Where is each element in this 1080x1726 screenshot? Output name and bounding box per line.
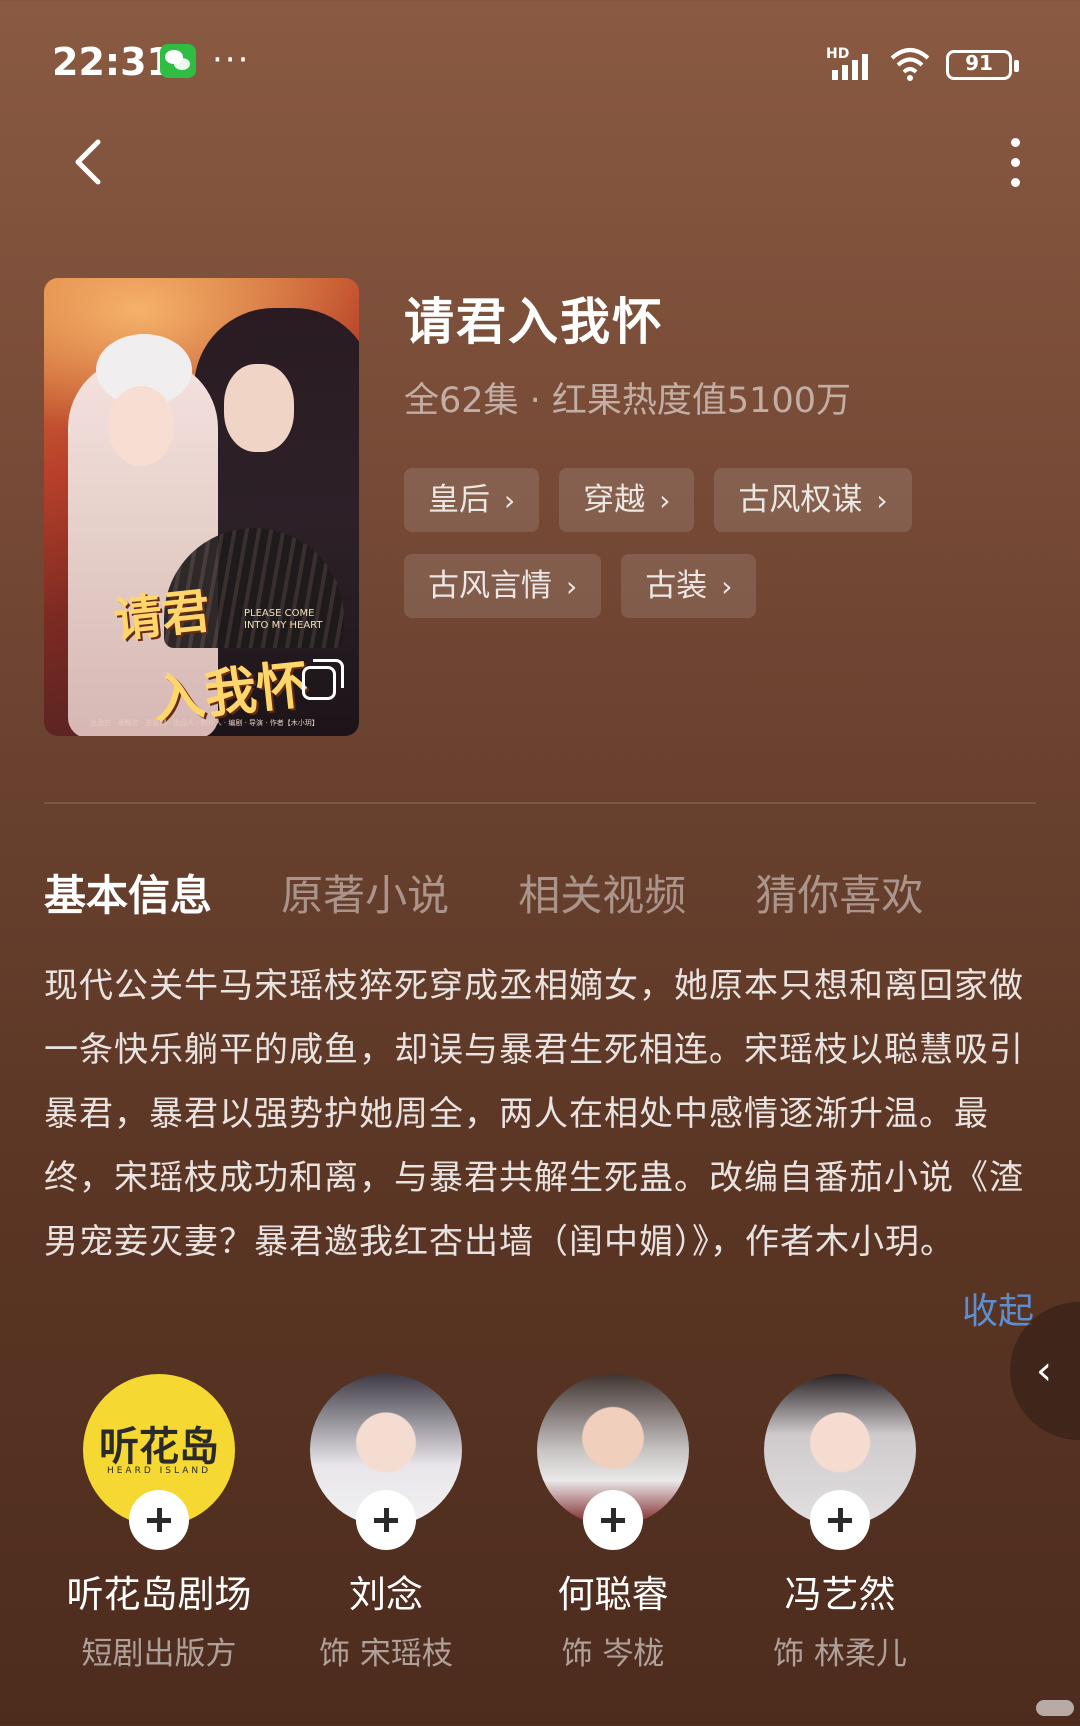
wifi-icon [890, 48, 930, 81]
cast-item-actor[interactable]: 冯艺然 饰 林柔儿 [725, 1374, 955, 1673]
chevron-left-icon: ‹ [1036, 1348, 1052, 1394]
tag-chip[interactable]: 古风言情 › [404, 554, 602, 618]
tab-related-videos[interactable]: 相关视频 [518, 862, 686, 923]
synopsis-text: 现代公关牛马宋瑶枝猝死穿成丞相嫡女，她原本只想和离回家做一条快乐躺平的咸鱼，却误… [44, 966, 1024, 1262]
cast-role: 饰 宋瑶枝 [319, 1636, 453, 1672]
cast-item-publisher[interactable]: 听花岛 HEARD ISLAND 听花岛剧场 短剧出版方 [44, 1374, 274, 1673]
poster-title-line1: 请君 [111, 583, 213, 649]
cast-name: 刘念 [349, 1573, 423, 1616]
cast-item-actor[interactable]: 何聪睿 饰 岑栊 [498, 1374, 728, 1673]
cast-name: 冯艺然 [784, 1573, 896, 1616]
follow-plus-icon[interactable] [129, 1490, 189, 1550]
back-chevron-icon[interactable] [60, 132, 120, 192]
poster-credits: 出品方 · 承制方 · 总监制 · 出品人 · 制片人 · 编剧 · 导演 · … [90, 719, 319, 727]
more-notifications-icon: ··· [212, 40, 251, 80]
cast-name: 何聪睿 [557, 1573, 669, 1616]
cast-item-actor[interactable]: 刘念 饰 宋瑶枝 [271, 1374, 501, 1673]
drama-title: 请君入我怀 [404, 293, 664, 351]
chevron-right-icon: › [876, 484, 888, 517]
signal-icon [832, 54, 868, 80]
poster-subtitle: PLEASE COME INTO MY HEART [244, 608, 323, 631]
cast-role: 短剧出版方 [81, 1636, 237, 1672]
cast-list: 听花岛 HEARD ISLAND 听花岛剧场 短剧出版方 刘念 饰 宋瑶枝 何聪… [44, 1374, 1034, 1674]
follow-plus-icon[interactable] [810, 1490, 870, 1550]
tag-list: 皇后 › 穿越 › 古风权谋 › 古风言情 › 古装 › [404, 468, 1044, 640]
battery-level: 91 [965, 51, 993, 75]
follow-plus-icon[interactable] [356, 1490, 416, 1550]
cast-name: 听花岛剧场 [66, 1573, 252, 1616]
wechat-notification-icon [160, 44, 196, 78]
tag-chip[interactable]: 皇后 › [404, 468, 540, 532]
chevron-right-icon: › [566, 570, 578, 603]
drama-poster[interactable]: 请君 入我怀 PLEASE COME INTO MY HEART 出品方 · 承… [44, 278, 359, 736]
tag-chip[interactable]: 穿越 › [559, 468, 695, 532]
tag-label: 穿越 [583, 482, 646, 518]
chevron-right-icon: › [504, 484, 516, 517]
tag-label: 古风权谋 [738, 482, 863, 518]
tag-label: 古装 [645, 568, 708, 604]
tab-recommendations[interactable]: 猜你喜欢 [755, 862, 923, 923]
tag-label: 古风言情 [428, 568, 552, 604]
more-vertical-icon[interactable] [990, 132, 1040, 196]
status-bar: 22:31 ··· HD 91 [0, 0, 1080, 130]
battery-icon: 91 [946, 50, 1019, 80]
brand-logo-subtext: HEARD ISLAND [106, 1466, 212, 1476]
cast-role: 饰 岑栊 [561, 1636, 665, 1672]
tag-chip[interactable]: 古风权谋 › [714, 468, 912, 532]
chevron-right-icon: › [721, 570, 733, 603]
tab-bar: 基本信息 原著小说 相关视频 猜你喜欢 [44, 862, 987, 922]
tab-basic-info[interactable]: 基本信息 [44, 862, 212, 923]
follow-plus-icon[interactable] [583, 1490, 643, 1550]
drama-meta: 全62集 · 红果热度值5100万 [404, 381, 851, 421]
cast-role: 饰 林柔儿 [773, 1636, 907, 1672]
pip-icon[interactable] [302, 659, 344, 700]
watermark [1036, 1700, 1074, 1716]
tab-original-novel[interactable]: 原著小说 [281, 862, 449, 923]
brand-logo-text: 听花岛 [99, 1423, 219, 1470]
chevron-right-icon: › [659, 484, 671, 517]
tag-chip[interactable]: 古装 › [621, 554, 757, 618]
status-time: 22:31 [52, 40, 173, 84]
collapse-link[interactable]: 收起 [962, 1282, 1034, 1334]
tag-label: 皇后 [428, 482, 490, 518]
divider [44, 802, 1036, 804]
